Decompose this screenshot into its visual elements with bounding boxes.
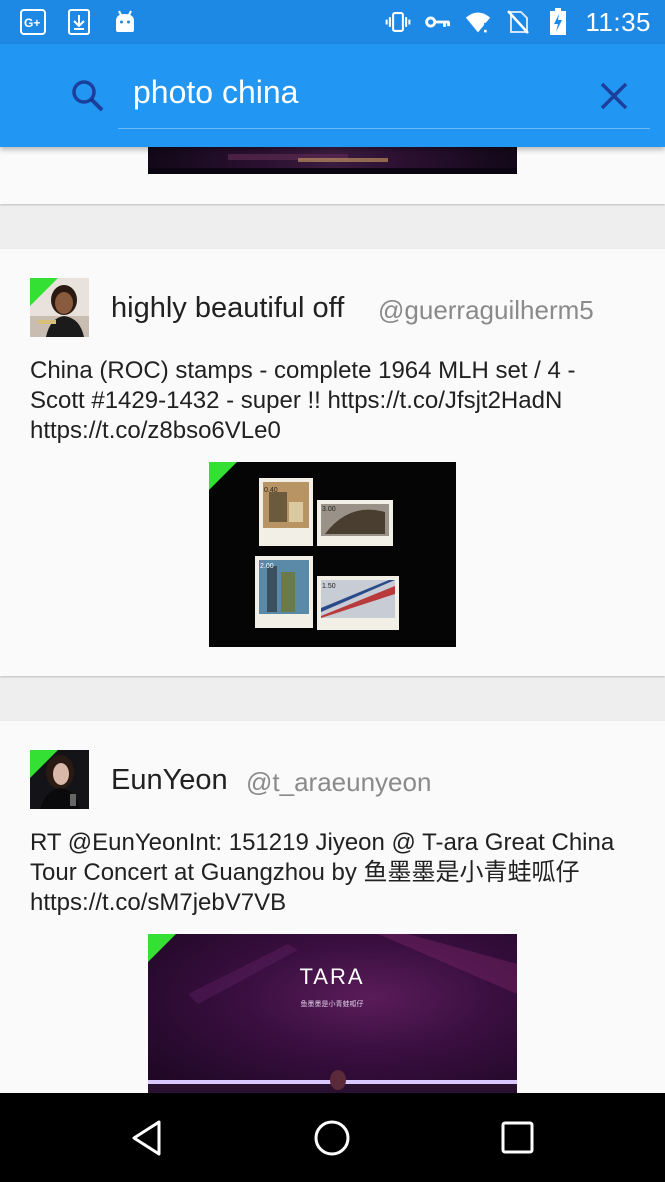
back-icon[interactable] (129, 1119, 167, 1157)
vibrate-icon (385, 9, 411, 35)
close-icon[interactable] (596, 78, 632, 114)
tweet-image[interactable]: 0.40 3.00 2.00 1.50 (209, 462, 456, 647)
user-name[interactable]: EunYeon (111, 764, 228, 797)
tweet-text-line: Scott #1429-1432 - super !! https://t.co… (30, 387, 563, 414)
status-time: 11:35 (585, 6, 651, 37)
wifi-icon (465, 9, 491, 35)
android-icon (112, 9, 138, 35)
tweet-text-line: https://t.co/z8bso6VLe0 (30, 417, 281, 444)
tweet-text-line: https://t.co/sM7jebV7VB (30, 889, 287, 916)
vpn-key-icon (425, 9, 451, 35)
stamp-value: 2.00 (260, 563, 274, 570)
avatar[interactable] (30, 750, 89, 809)
home-icon[interactable] (313, 1119, 351, 1157)
battery-charging-icon (545, 8, 571, 35)
tweet-text: China (ROC) stamps - complete 1964 MLH s… (30, 356, 640, 446)
search-icon[interactable] (70, 78, 106, 114)
google-plus-icon: G+ (20, 9, 46, 35)
no-sim-icon (505, 9, 531, 35)
new-badge (209, 462, 237, 490)
svg-text:G+: G+ (24, 16, 40, 30)
search-bar (0, 44, 665, 147)
tweet-image[interactable]: TARA 鱼墨墨是小青蛙呱仔 (148, 934, 517, 1093)
tweet-card-previous[interactable] (0, 140, 665, 204)
search-underline (118, 128, 650, 129)
new-badge (30, 750, 58, 778)
tweet-text-line: Tour Concert at Guangzhou by 鱼墨墨是小青蛙呱仔 (30, 859, 580, 886)
recents-icon[interactable] (499, 1119, 537, 1157)
stamp-value: 0.40 (264, 487, 278, 494)
tweet-card[interactable]: highly beautiful off @guerraguilherm5 Ch… (0, 249, 665, 676)
status-bar: G+ 11:35 (0, 0, 665, 44)
user-name[interactable]: highly beautiful off (111, 292, 344, 325)
navigation-bar (0, 1093, 665, 1182)
image-caption: 鱼墨墨是小青蛙呱仔 (301, 999, 364, 1008)
stamp-value: 3.00 (322, 506, 336, 513)
tweet-card[interactable]: EunYeon @t_araeunyeon RT @EunYeonInt: 15… (0, 721, 665, 1093)
search-input[interactable] (133, 74, 563, 111)
avatar[interactable] (30, 278, 89, 337)
tweet-text: RT @EunYeonInt: 151219 Jiyeon @ T-ara Gr… (30, 828, 640, 918)
new-badge (30, 278, 58, 306)
user-handle[interactable]: @t_araeunyeon (246, 767, 431, 798)
tweet-text-line: RT @EunYeonInt: 151219 Jiyeon @ T-ara Gr… (30, 829, 615, 856)
download-icon (66, 9, 92, 35)
concert-logo: TARA (299, 964, 364, 989)
stamp-value: 1.50 (322, 583, 336, 590)
user-handle[interactable]: @guerraguilherm5 (378, 295, 594, 326)
new-badge (148, 934, 176, 962)
tweet-text-line: China (ROC) stamps - complete 1964 MLH s… (30, 357, 576, 384)
